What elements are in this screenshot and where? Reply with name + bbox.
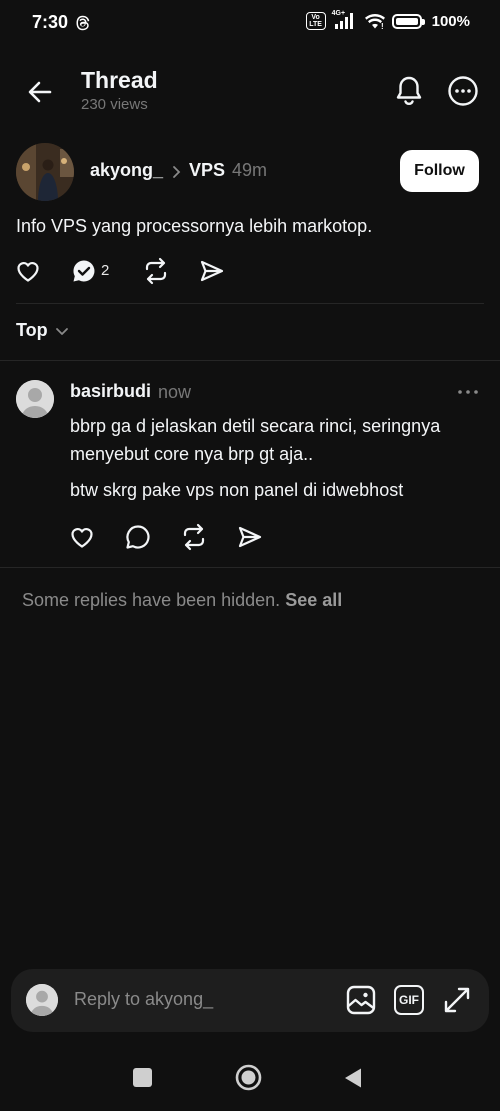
reply-share-button[interactable]: [236, 523, 264, 551]
home-button[interactable]: [235, 1064, 262, 1091]
repost-icon: [183, 523, 205, 551]
like-button[interactable]: [14, 257, 42, 285]
send-icon: [238, 526, 262, 548]
comment-icon: [126, 525, 150, 549]
threads-app-icon: [76, 15, 90, 31]
default-avatar-icon: [16, 380, 54, 418]
recent-apps-button[interactable]: [133, 1068, 152, 1087]
replies-button[interactable]: [70, 257, 98, 285]
divider: [0, 567, 500, 568]
view-count: 230 views: [81, 96, 148, 113]
post-text: Info VPS yang processornya lebih markoto…: [16, 216, 373, 236]
signal-icon: 4G+: [332, 10, 358, 30]
repost-button[interactable]: [142, 257, 170, 285]
heart-icon: [71, 527, 93, 548]
post-time: 49m: [232, 160, 268, 180]
repost-icon: [145, 257, 167, 285]
divider: [16, 303, 484, 304]
heart-icon: [17, 261, 39, 282]
post-author[interactable]: akyong_: [90, 160, 163, 181]
more-horizontal-icon: [458, 390, 478, 394]
reply-text-2: btw skrg pake vps non panel di idwebhost: [70, 480, 404, 500]
reply-count: 2: [101, 262, 110, 279]
post-topic[interactable]: VPS: [189, 160, 225, 181]
arrow-left-icon: [28, 81, 52, 103]
reply-text: bbrp ga d jelaskan detil secara rinci, s…: [70, 416, 441, 464]
hidden-replies-notice: Some replies have been hidden. See all: [22, 590, 342, 611]
more-circle-icon: [448, 76, 478, 106]
author-avatar[interactable]: [16, 143, 74, 201]
home-circle-icon: [235, 1064, 262, 1091]
reply-like-button[interactable]: [68, 523, 96, 551]
reply-more-button[interactable]: [456, 382, 480, 402]
back-button[interactable]: [24, 76, 56, 108]
status-indicators: Vo LTE 4G+ ! 100%: [305, 10, 470, 30]
reply-author[interactable]: basirbudi: [70, 381, 151, 402]
triangle-back-icon: [345, 1068, 361, 1088]
default-avatar-icon: [26, 984, 58, 1016]
wifi-icon: !: [364, 12, 386, 30]
attach-image-button[interactable]: [345, 984, 377, 1016]
svg-text:!: !: [381, 22, 384, 30]
chevron-right-icon: [171, 164, 183, 180]
battery-percent: 100%: [431, 12, 470, 30]
follow-button[interactable]: Follow: [400, 150, 479, 192]
reply-repost-button[interactable]: [180, 523, 208, 551]
page-title: Thread: [81, 67, 158, 93]
comment-check-icon: [73, 260, 95, 282]
divider: [0, 360, 500, 361]
status-time: 7:30: [32, 12, 69, 32]
sort-selector[interactable]: Top: [16, 320, 48, 341]
hidden-replies-text: Some replies have been hidden.: [22, 590, 281, 610]
notifications-button[interactable]: [392, 73, 426, 109]
volte-icon: Vo LTE: [305, 12, 326, 30]
gif-button[interactable]: GIF: [394, 985, 424, 1015]
bell-icon: [396, 76, 422, 105]
composer-avatar: [26, 984, 58, 1016]
reply-avatar[interactable]: [16, 380, 54, 418]
send-icon: [200, 260, 224, 282]
see-all-link[interactable]: See all: [285, 590, 342, 610]
image-icon: [346, 985, 376, 1015]
chevron-down-icon[interactable]: [54, 323, 70, 339]
more-options-button[interactable]: [445, 73, 481, 109]
reply-input[interactable]: [74, 989, 334, 1010]
reply-comment-button[interactable]: [124, 523, 152, 551]
system-back-button[interactable]: [343, 1067, 363, 1089]
share-button[interactable]: [198, 257, 226, 285]
battery-icon: [391, 13, 425, 29]
expand-button[interactable]: [442, 985, 472, 1015]
reply-time: now: [158, 382, 192, 402]
expand-icon: [444, 987, 470, 1013]
